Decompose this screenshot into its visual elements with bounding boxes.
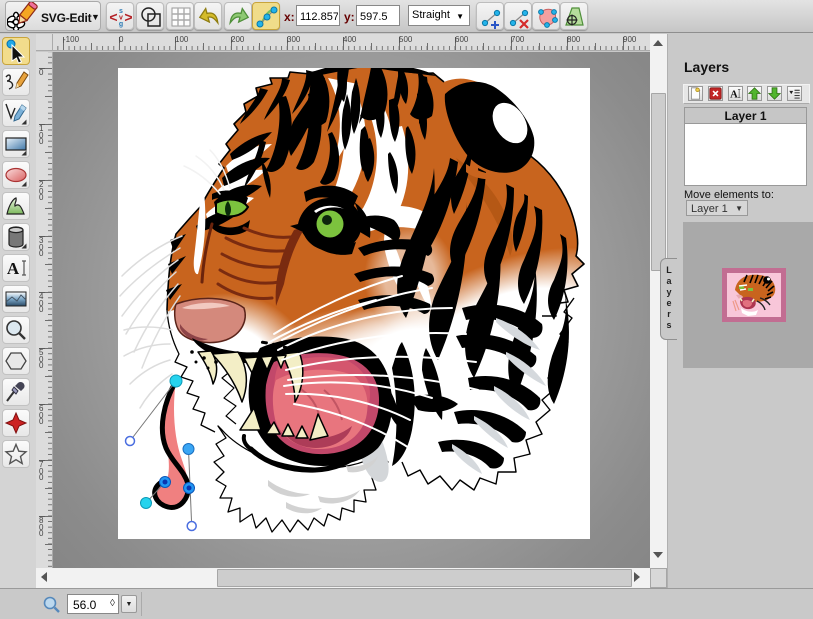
svg-text:A: A (7, 259, 20, 278)
svg-text:>: > (124, 9, 132, 25)
svg-text:g: g (119, 21, 123, 28)
svg-text:<: < (109, 9, 117, 25)
svg-text:A: A (730, 90, 738, 101)
